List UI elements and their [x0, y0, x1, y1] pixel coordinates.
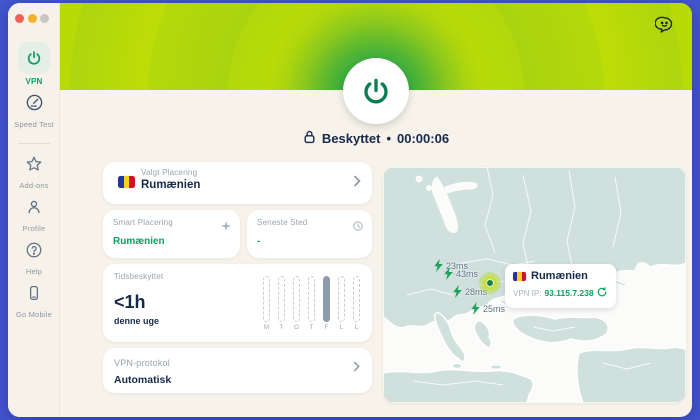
time-protected-period: denne uge: [114, 316, 159, 326]
app-window: VPN Speed Test Add-ons: [8, 3, 692, 417]
sidebar-item-add-ons[interactable]: Add-ons: [8, 155, 60, 190]
disconnect-button[interactable]: [343, 58, 409, 124]
sidebar-item-speed-test[interactable]: Speed Test: [8, 93, 60, 129]
recent-location-value: -: [257, 236, 260, 247]
time-protected-label: Tidsbeskyttet: [114, 272, 163, 281]
phone-icon: [25, 289, 43, 306]
sidebar-item-profile[interactable]: Profile: [8, 198, 60, 233]
sidebar-item-label: Profile: [8, 224, 60, 233]
day-label: M: [260, 325, 273, 331]
sidebar-item-label: Add-ons: [8, 181, 60, 190]
romania-flag-icon: [118, 176, 135, 188]
zoom-button[interactable]: [40, 14, 49, 23]
usage-bar: [278, 276, 285, 322]
sidebar-item-label: VPN: [8, 77, 60, 86]
sidebar-item-vpn[interactable]: VPN: [8, 42, 60, 86]
day-label: L: [335, 325, 348, 331]
vpn-protocol-label: VPN-protokol: [114, 358, 170, 368]
lock-icon: [303, 130, 316, 147]
usage-bar: [308, 276, 315, 322]
vpn-ip-value: 93.115.7.238: [544, 288, 593, 298]
status-separator: •: [386, 131, 391, 146]
power-icon: [18, 42, 50, 74]
bolt-icon: [470, 302, 481, 315]
selected-location-card[interactable]: Valgt Placering Rumænien: [103, 162, 372, 204]
sparkle-icon: [221, 218, 231, 236]
sidebar-item-label: Help: [8, 267, 60, 276]
sidebar-item-label: Go Mobile: [8, 310, 60, 319]
day-label: T: [275, 325, 288, 331]
usage-bar: [263, 276, 270, 322]
ping-marker: 25ms: [470, 302, 505, 315]
person-icon: [25, 203, 43, 220]
session-timer: 00:00:06: [397, 131, 449, 146]
clock-icon: [353, 218, 363, 236]
usage-bar: [338, 276, 345, 322]
connected-location-dot: [486, 279, 494, 287]
recent-location-card[interactable]: Seneste Sted -: [247, 210, 372, 258]
sidebar-item-go-mobile[interactable]: Go Mobile: [8, 284, 60, 319]
chevron-right-icon[interactable]: [353, 359, 360, 377]
smart-location-value: Rumænien: [113, 236, 165, 247]
map-card[interactable]: 23ms 43ms 28ms 25ms Rumænien VPN IP: 93.: [383, 167, 686, 403]
sidebar-item-help[interactable]: Help: [8, 241, 60, 276]
minimize-button[interactable]: [28, 14, 37, 23]
close-button[interactable]: [15, 14, 24, 23]
status-label: Beskyttet: [322, 131, 381, 146]
feedback-icon[interactable]: [655, 15, 674, 34]
day-label: L: [350, 325, 363, 331]
day-label: T: [305, 325, 318, 331]
location-callout: Rumænien VPN IP: 93.115.7.238: [505, 264, 616, 308]
usage-bar-active: [323, 276, 330, 322]
romania-flag-icon: [513, 272, 526, 281]
connection-status: Beskyttet • 00:00:06: [60, 130, 692, 147]
smart-location-card[interactable]: Smart Placering Rumænien: [103, 210, 240, 258]
ping-latency: 25ms: [483, 304, 505, 314]
day-label: O: [290, 325, 303, 331]
selected-location-value: Rumænien: [141, 179, 200, 191]
sidebar-item-label: Speed Test: [8, 120, 60, 129]
question-icon: [25, 246, 43, 263]
selected-location-label: Valgt Placering: [141, 168, 197, 177]
callout-country: Rumænien: [531, 270, 588, 282]
sidebar-divider: [18, 143, 50, 144]
recent-location-label: Seneste Sted: [257, 218, 307, 227]
chevron-right-icon[interactable]: [353, 174, 361, 192]
vpn-protocol-card[interactable]: VPN-protokol Automatisk: [103, 348, 372, 393]
star-icon: [25, 160, 43, 177]
smart-location-label: Smart Placering: [113, 218, 173, 227]
bolt-icon: [452, 285, 463, 298]
usage-bar: [353, 276, 360, 322]
bolt-icon: [443, 267, 454, 280]
speedometer-icon: [25, 99, 44, 116]
time-protected-value: <1h: [114, 292, 146, 313]
ping-marker: 43ms: [443, 267, 478, 280]
day-label: F: [320, 325, 333, 331]
ping-latency: 43ms: [456, 269, 478, 279]
time-protected-card: Tidsbeskyttet <1h denne uge M T O T F L …: [103, 264, 372, 342]
vpn-protocol-value: Automatisk: [114, 374, 171, 386]
vpn-ip-label: VPN IP:: [513, 289, 541, 298]
refresh-ip-icon[interactable]: [597, 284, 607, 302]
usage-bar: [293, 276, 300, 322]
sidebar: VPN Speed Test Add-ons: [8, 3, 60, 417]
